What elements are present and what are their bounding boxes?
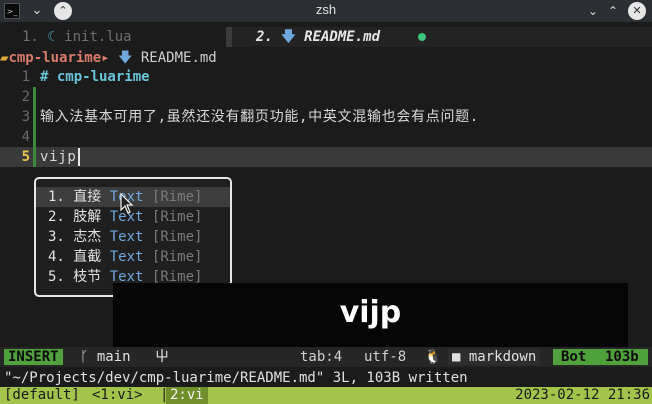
keystroke-text: vijp [339, 295, 402, 330]
filetype: ■ markdown [448, 349, 541, 365]
window-titlebar: >_ ⌄ ⌃ zsh ⌄ ⌃ ✕ [0, 0, 652, 22]
mouse-pointer-icon [120, 193, 134, 214]
keystroke-overlay: vijp [113, 283, 628, 347]
editor-line[interactable]: 4 [0, 127, 652, 147]
git-branch: ᚴ main [80, 349, 131, 365]
editor-line[interactable]: 3 输入法基本可用了,虽然还没有翻页功能,中英文混输也会有点问题. [0, 107, 652, 127]
breadcrumb-file[interactable]: README.md [141, 50, 217, 66]
breadcrumb-project[interactable]: cmp-luarime [8, 50, 101, 66]
tmux-status-bar: [default] <1:vi> | 2:vi 2023-02-12 21:36 [0, 387, 652, 404]
item-index: 1. [48, 189, 65, 205]
line-number: 4 [21, 129, 30, 145]
tab-init-lua[interactable]: 1. ☾ init.lua [22, 27, 132, 47]
text-cursor [77, 148, 80, 166]
line-text: 输入法基本可用了,虽然还没有翻页功能,中英文混输也会有点问题. [40, 109, 479, 125]
git-added-sign [33, 107, 36, 127]
line-number: 2 [21, 89, 30, 105]
item-source: [Rime] [151, 209, 203, 225]
tab-number: 2. [256, 29, 273, 45]
item-index: 4. [48, 249, 65, 265]
statusline: INSERT ᚴ main 屮 tab:4 utf-8 🐧 ■ markdown… [0, 347, 652, 367]
item-index: 5. [48, 269, 65, 285]
line-number: 1 [21, 69, 30, 85]
command-line-message: "~/Projects/dev/cmp-luarime/README.md" 3… [4, 370, 468, 386]
item-kind: Text [109, 249, 144, 265]
item-source: [Rime] [151, 249, 203, 265]
modified-indicator [418, 33, 426, 41]
tab-number: 1. [22, 29, 39, 45]
file-size: 103b [605, 349, 639, 365]
lua-icon: ☾ [47, 29, 56, 45]
item-word: 肢解 [73, 209, 102, 225]
item-index: 2. [48, 209, 65, 225]
tabline: 1. ☾ init.lua 2. 🡇 README.md [0, 27, 652, 47]
git-diff-icon: 屮 [155, 349, 169, 365]
typed-text: vijp [40, 149, 77, 165]
git-added-sign [33, 87, 36, 107]
line-text: # cmp-luarime [40, 69, 150, 85]
item-source: [Rime] [151, 189, 203, 205]
breadcrumb-separator: ▸ [101, 50, 110, 66]
line-text-input[interactable]: vijp [40, 147, 80, 167]
position-indicator: Bot 103b [553, 349, 648, 365]
editor-line[interactable]: 1 # cmp-luarime [0, 67, 652, 87]
tmux-session: [default] [4, 387, 80, 403]
git-added-sign [33, 147, 36, 167]
editor-line[interactable]: 2 [0, 87, 652, 107]
maximize-icon[interactable]: ⌃ [608, 1, 618, 21]
mode-indicator: INSERT [4, 349, 63, 365]
tmux-window-inactive[interactable]: <1:vi> [92, 387, 143, 404]
window-title: zsh [315, 2, 337, 17]
git-added-sign [33, 127, 36, 147]
breadcrumb: ▰cmp-luarime▸ 🡇 README.md [0, 48, 217, 68]
minimize-icon[interactable]: ⌄ [588, 1, 598, 21]
file-encoding: utf-8 [364, 349, 407, 365]
linux-icon: 🐧 [424, 349, 442, 365]
indent-setting: tab:4 [300, 349, 343, 365]
item-index: 3. [48, 229, 65, 245]
item-source: [Rime] [151, 229, 203, 245]
markdown-icon: 🡇 [118, 50, 133, 66]
tmux-window-active[interactable]: 2:vi [166, 387, 208, 404]
item-kind: Text [109, 229, 144, 245]
completion-item[interactable]: 3. 志杰 Text [Rime] [36, 227, 230, 247]
editor-line-current[interactable]: 5 vijp [0, 147, 652, 167]
item-word: 直截 [73, 249, 102, 265]
item-word: 枝节 [73, 269, 102, 285]
tab-label: README.md [304, 29, 380, 45]
tmux-datetime: 2023-02-12 21:36 [515, 387, 650, 403]
item-word: 志杰 [73, 229, 102, 245]
line-number: 5 [21, 149, 30, 165]
tab-label: init.lua [64, 29, 132, 45]
completion-item[interactable]: 4. 直截 Text [Rime] [36, 247, 230, 267]
markdown-icon: 🡇 [281, 29, 296, 45]
titlebar-right-controls: ⌄ ⌃ ✕ [588, 1, 646, 21]
scroll-position: Bot [561, 349, 587, 365]
line-number: 3 [21, 109, 30, 125]
item-word: 直接 [73, 189, 102, 205]
close-icon[interactable]: ✕ [628, 2, 646, 20]
tab-readme[interactable]: 2. 🡇 README.md [232, 27, 652, 47]
